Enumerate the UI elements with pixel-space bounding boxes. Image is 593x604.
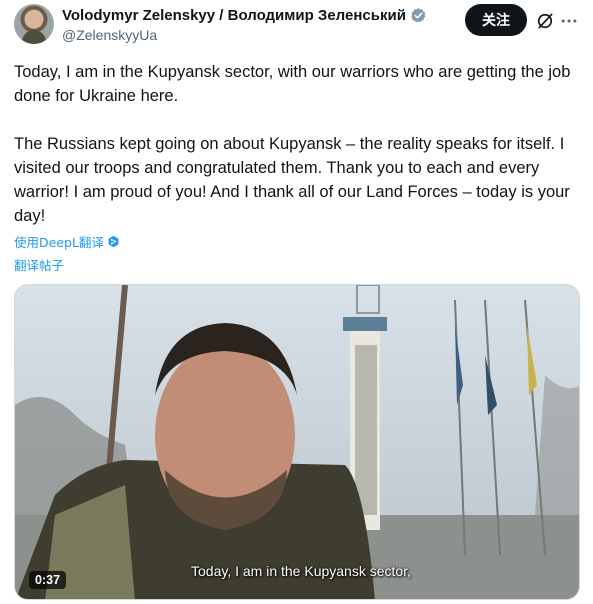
video-frame bbox=[15, 285, 579, 599]
avatar[interactable] bbox=[14, 4, 54, 44]
deepl-translate-row[interactable]: 使用DeepL翻译 bbox=[14, 232, 120, 251]
video-duration: 0:37 bbox=[29, 571, 67, 589]
tweet-header: Volodymyr Zelenskyy / Володимир Зеленськ… bbox=[14, 4, 579, 48]
tweet-paragraph-1: Today, I am in the Kupyansk sector, with… bbox=[14, 63, 571, 105]
display-name[interactable]: Volodymyr Zelenskyy / Володимир Зеленськ… bbox=[62, 7, 406, 24]
verified-badge-icon bbox=[411, 8, 426, 23]
handle[interactable]: @ZelenskyyUa bbox=[62, 27, 157, 43]
grok-icon[interactable] bbox=[535, 11, 555, 31]
name-row: Volodymyr Zelenskyy / Володимир Зеленськ… bbox=[62, 7, 427, 24]
tweet-text: Today, I am in the Kupyansk sector, with… bbox=[14, 60, 582, 228]
translate-post-link[interactable]: 翻译帖子 bbox=[14, 255, 64, 274]
tweet-paragraph-2: The Russians kept going on about Kupyans… bbox=[14, 135, 570, 225]
video-player[interactable]: Today, I am in the Kupyansk sector, 0:37 bbox=[14, 284, 580, 600]
video-subtitle: Today, I am in the Kupyansk sector, bbox=[191, 563, 411, 579]
deepl-translate-link[interactable]: 使用DeepL翻译 bbox=[14, 232, 104, 251]
follow-button[interactable]: 关注 bbox=[465, 4, 527, 36]
more-icon[interactable] bbox=[559, 11, 579, 31]
deepl-icon bbox=[108, 235, 119, 248]
